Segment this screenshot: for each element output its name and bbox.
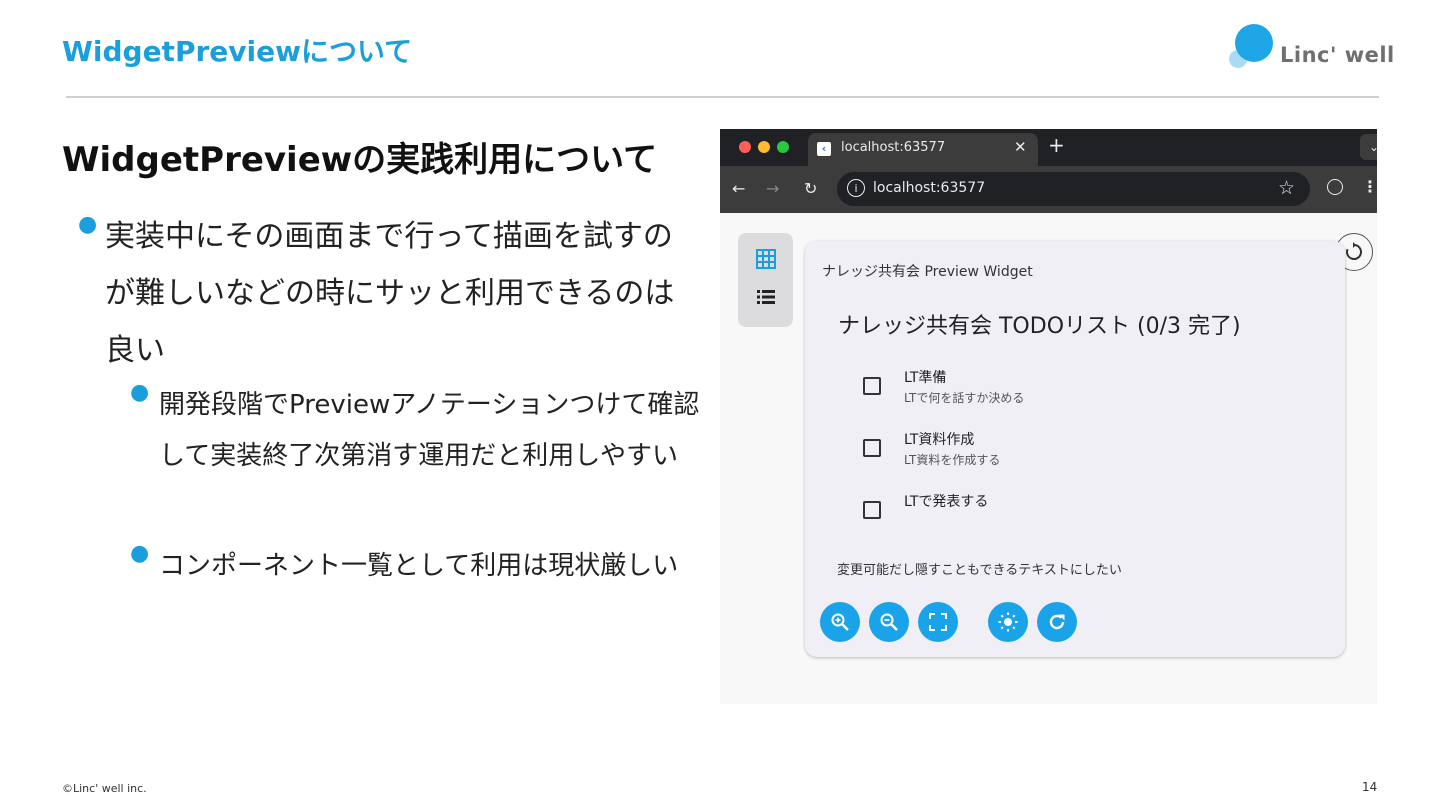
slide-title: WidgetPreviewについて <box>62 35 413 68</box>
bullet-item-1: ● 実装中にその画面まで行って描画を試すのが難しいなどの時にサッと利用できるのは… <box>78 208 698 379</box>
browser-toolbar: ← → ↻ i localhost:63577 ☆ ⋮ <box>720 166 1377 213</box>
todo-checkbox[interactable] <box>863 501 881 519</box>
zoom-in-button[interactable] <box>820 602 860 642</box>
bullet-text: 開発段階でPreviewアノテーションつけて確認して実装終了次第消す運用だと利用… <box>159 390 700 471</box>
title-divider <box>66 96 1379 98</box>
refresh-button[interactable] <box>1037 602 1077 642</box>
window-minimize-button[interactable] <box>758 141 770 153</box>
todo-subtitle: LTで何を話すか決める <box>904 391 1025 405</box>
editable-note-text: 変更可能だし隠すこともできるテキストにしたい <box>837 563 1122 578</box>
todo-checkbox[interactable] <box>863 377 881 395</box>
profile-icon[interactable] <box>1327 179 1343 195</box>
address-url[interactable]: localhost:63577 <box>873 180 985 196</box>
zoom-out-button[interactable] <box>869 602 909 642</box>
copyright: ©Linc' well inc. <box>62 782 147 795</box>
bullet-dot: ● <box>130 380 150 405</box>
more-menu-icon[interactable]: ⋮ <box>1362 177 1377 196</box>
zoom-in-icon <box>831 613 849 631</box>
todo-heading: ナレッジ共有会 TODOリスト (0/3 完了) <box>838 314 1241 339</box>
todo-subtitle: LT資料を作成する <box>904 453 1001 467</box>
forward-arrow-icon[interactable]: → <box>766 179 779 198</box>
company-logo: Linc' well <box>1226 22 1394 74</box>
tab-search-icon[interactable]: ⌄ <box>1360 134 1377 160</box>
window-close-button[interactable] <box>739 141 751 153</box>
reload-icon[interactable]: ↻ <box>804 179 817 198</box>
todo-title: LTで発表する <box>904 494 989 510</box>
page-number: 14 <box>1362 780 1378 794</box>
site-info-icon[interactable]: i <box>847 179 865 197</box>
todo-checkbox[interactable] <box>863 439 881 457</box>
bullet-dot: ● <box>130 541 150 566</box>
fit-screen-button[interactable] <box>918 602 958 642</box>
bullet-item-3: ● コンポーネント一覧として利用は現状厳しい <box>130 541 700 592</box>
bookmark-star-icon[interactable]: ☆ <box>1278 177 1295 199</box>
browser-tab-bar: ‹ localhost:63577 ✕ + ⌄ <box>720 129 1377 166</box>
new-tab-icon[interactable]: + <box>1048 133 1065 157</box>
widget-preview-card: ナレッジ共有会 Preview Widget ナレッジ共有会 TODOリスト (… <box>805 241 1345 657</box>
preview-caption: ナレッジ共有会 Preview Widget <box>822 264 1033 280</box>
browser-screenshot: ‹ localhost:63577 ✕ + ⌄ ← → ↻ i localhos… <box>720 129 1377 704</box>
browser-tab[interactable]: ‹ localhost:63577 ✕ <box>808 133 1038 166</box>
grid-view-icon[interactable] <box>756 249 776 269</box>
refresh-icon <box>1049 614 1065 630</box>
bullet-text: コンポーネント一覧として利用は現状厳しい <box>159 551 679 581</box>
fit-screen-icon <box>929 613 947 631</box>
zoom-out-icon <box>880 613 898 631</box>
window-maximize-button[interactable] <box>777 141 789 153</box>
section-heading: WidgetPreviewの実践利用について <box>62 140 658 180</box>
brightness-toggle-button[interactable] <box>988 602 1028 642</box>
restart-icon <box>1346 242 1362 260</box>
bullet-item-2: ● 開発段階でPreviewアノテーションつけて確認して実装終了次第消す運用だと… <box>130 380 700 482</box>
address-bar[interactable]: i localhost:63577 ☆ <box>837 172 1310 206</box>
logo-text: Linc' well <box>1280 43 1395 67</box>
todo-title: LT準備 <box>904 370 947 386</box>
list-view-icon[interactable] <box>757 289 775 305</box>
navigation-rail <box>738 233 793 327</box>
logo-large-circle <box>1235 24 1273 62</box>
bullet-text: 実装中にその画面まで行って描画を試すのが難しいなどの時にサッと利用できるのは良い <box>105 219 675 368</box>
bullet-dot: ● <box>78 212 98 237</box>
todo-title: LT資料作成 <box>904 432 975 448</box>
back-arrow-icon[interactable]: ← <box>732 179 745 198</box>
flutter-favicon-icon: ‹ <box>817 142 831 156</box>
tab-title: localhost:63577 <box>841 140 946 155</box>
tab-close-icon[interactable]: ✕ <box>1014 138 1027 156</box>
brightness-icon <box>998 612 1018 632</box>
